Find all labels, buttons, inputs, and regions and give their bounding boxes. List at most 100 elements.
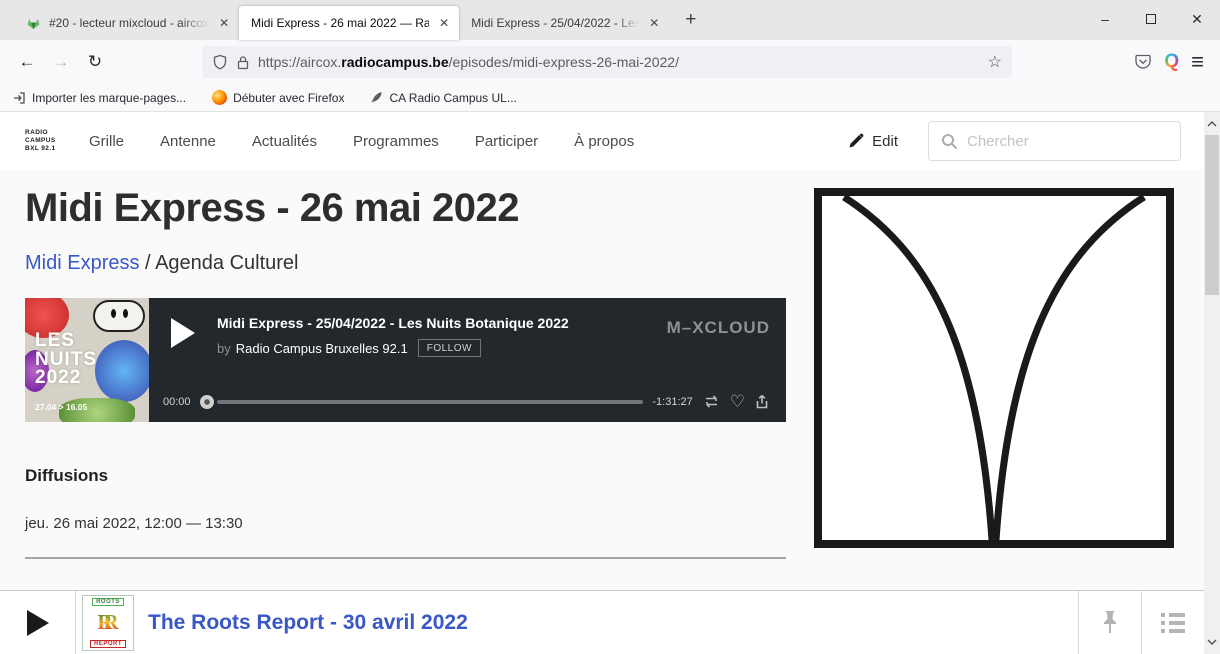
url-scheme: https://aircox. <box>258 54 342 70</box>
bottom-player-bar: ROOTS R R REPORT The Roots Report - 30 a… <box>0 590 1204 654</box>
artwork-cloud-character <box>93 300 145 332</box>
tab-mixcloud-issue[interactable]: #20 - lecteur mixcloud - aircox ✕ <box>14 6 239 40</box>
scroll-up-arrow[interactable] <box>1204 116 1220 132</box>
mixcloud-logo[interactable]: M–XCLOUD <box>667 318 770 338</box>
minimize-button[interactable]: – <box>1082 0 1128 38</box>
mixcloud-play-button[interactable] <box>171 318 195 348</box>
import-icon <box>14 91 25 104</box>
progress-bar[interactable] <box>216 399 644 404</box>
pin-icon <box>1104 610 1116 633</box>
page-viewport: RADIO CAMPUS BXL 92.1 Grille Antenne Act… <box>0 112 1220 654</box>
playlist-button[interactable] <box>1141 591 1204 654</box>
nav-item-grille[interactable]: Grille <box>89 133 124 150</box>
search-box[interactable] <box>928 121 1181 161</box>
lock-icon[interactable] <box>236 55 250 70</box>
player-actions <box>1078 591 1204 654</box>
back-button[interactable]: ← <box>10 47 44 77</box>
maximize-button[interactable] <box>1128 0 1174 38</box>
search-input[interactable] <box>967 132 1168 150</box>
tab-title: #20 - lecteur mixcloud - aircox <box>49 16 210 30</box>
breadcrumb-program-link[interactable]: Midi Express <box>25 252 139 274</box>
breadcrumb: Midi Express / Agenda Culturel <box>25 252 786 275</box>
close-window-button[interactable]: ✕ <box>1174 0 1220 38</box>
tab-title: Midi Express - 26 mai 2022 — Radio <box>251 16 430 30</box>
page-scrollbar[interactable] <box>1204 112 1220 654</box>
artwork-dates: 27.04 > 16.05 <box>35 402 88 412</box>
window-controls: – ✕ <box>1082 0 1220 38</box>
hamburger-menu-icon[interactable]: ≡ <box>1191 49 1204 75</box>
tab-midi-express-25-04[interactable]: Midi Express - 25/04/2022 - Les Nuit ✕ <box>459 6 669 40</box>
artwork-title-line: 2022 <box>35 367 82 389</box>
now-playing-title-link[interactable]: The Roots Report - 30 avril 2022 <box>148 611 468 635</box>
favorite-heart-icon[interactable]: ♡ <box>730 393 745 410</box>
edit-button[interactable]: Edit <box>848 133 898 150</box>
share-icon[interactable] <box>754 393 770 410</box>
nav-item-actualites[interactable]: Actualités <box>252 133 317 150</box>
page-title: Midi Express - 26 mai 2022 <box>25 186 519 230</box>
shield-icon[interactable] <box>212 54 228 70</box>
by-label: by <box>217 340 231 356</box>
bookmark-firefox-start[interactable]: Débuter avec Firefox <box>212 90 344 105</box>
q-extension-icon[interactable]: Q <box>1164 51 1179 73</box>
page-content: Midi Express - 26 mai 2022 Midi Express … <box>0 170 1220 559</box>
mixcloud-progress-row: 00:00 -1:31:27 ♡ <box>163 393 770 410</box>
bookmark-label: Importer les marque-pages... <box>32 90 187 105</box>
bookmark-ca-radio-campus[interactable]: CA Radio Campus UL... <box>370 91 517 105</box>
repost-icon[interactable] <box>702 393 721 410</box>
mixcloud-track-title[interactable]: Midi Express - 25/04/2022 - Les Nuits Bo… <box>217 315 569 331</box>
nav-item-a-propos[interactable]: À propos <box>574 133 634 150</box>
nav-item-antenne[interactable]: Antenne <box>160 133 216 150</box>
address-bar[interactable]: https://aircox.radiocampus.be/episodes/m… <box>202 46 1012 78</box>
episode-artwork: LES NUITS 2022 27.04 > 16.05 <box>25 298 149 422</box>
thumbnail-bottom-label: REPORT <box>89 639 126 648</box>
artwork-blob <box>95 340 149 402</box>
pocket-icon[interactable] <box>1134 53 1152 71</box>
url-text[interactable]: https://aircox.radiocampus.be/episodes/m… <box>258 54 980 70</box>
forward-button[interactable]: → <box>44 47 78 77</box>
logo-line: RADIO <box>25 128 48 136</box>
bookmark-label: Débuter avec Firefox <box>233 90 345 105</box>
breadcrumb-category: Agenda Culturel <box>155 252 299 274</box>
artwork-title-line: LES <box>35 330 75 351</box>
tab-close-icon[interactable]: ✕ <box>439 16 449 30</box>
thumbnail-top-label: ROOTS <box>92 597 124 606</box>
tab-midi-express-26-mai[interactable]: Midi Express - 26 mai 2022 — Radio ✕ <box>239 6 460 40</box>
tab-close-icon[interactable]: ✕ <box>649 16 659 30</box>
firefox-icon <box>212 90 228 105</box>
toolbar-right-icons: Q ≡ <box>1134 49 1210 75</box>
bookmark-import[interactable]: Importer les marque-pages... <box>12 91 186 105</box>
bookmark-star-icon[interactable]: ☆ <box>988 52 1002 72</box>
logo-line: CAMPUS <box>25 136 56 144</box>
mixcloud-channel-link[interactable]: Radio Campus Bruxelles 92.1 <box>236 341 408 356</box>
tab-title: Midi Express - 25/04/2022 - Les Nuit <box>471 16 640 30</box>
gitlab-icon <box>27 18 40 29</box>
logo-line: BXL 92.1 <box>25 145 56 153</box>
mixcloud-embed: LES NUITS 2022 27.04 > 16.05 Midi Expres… <box>25 298 786 422</box>
tab-close-icon[interactable]: ✕ <box>219 16 229 30</box>
right-column <box>814 170 1174 559</box>
url-domain: radiocampus.be <box>341 54 449 70</box>
diffusion-schedule: jeu. 26 mai 2022, 12:00 — 13:30 <box>25 515 243 532</box>
new-tab-button[interactable]: + <box>685 9 696 31</box>
follow-button[interactable]: FOLLOW <box>417 339 481 357</box>
edit-label: Edit <box>872 132 898 150</box>
maximize-icon <box>1146 14 1156 24</box>
seek-handle[interactable] <box>199 394 214 409</box>
time-remaining: -1:31:27 <box>652 395 693 408</box>
main-column: Midi Express - 26 mai 2022 Midi Express … <box>25 170 786 559</box>
feather-icon <box>371 92 383 103</box>
reload-button[interactable]: ↻ <box>78 47 112 77</box>
track-thumbnail[interactable]: ROOTS R R REPORT <box>82 594 134 651</box>
breadcrumb-separator: / <box>145 252 151 274</box>
nav-item-participer[interactable]: Participer <box>475 133 538 150</box>
site-logo[interactable]: RADIO CAMPUS BXL 92.1 <box>25 129 71 153</box>
scroll-down-arrow[interactable] <box>1204 634 1220 650</box>
player-play-area <box>0 609 75 636</box>
scrollbar-thumb[interactable] <box>1205 135 1219 295</box>
player-divider <box>75 591 76 654</box>
pencil-icon <box>849 133 864 148</box>
browser-toolbar: ← → ↻ https://aircox.radiocampus.be/epis… <box>0 40 1220 84</box>
nav-item-programmes[interactable]: Programmes <box>353 133 439 150</box>
pin-button[interactable] <box>1078 591 1141 654</box>
play-button[interactable] <box>26 609 49 636</box>
